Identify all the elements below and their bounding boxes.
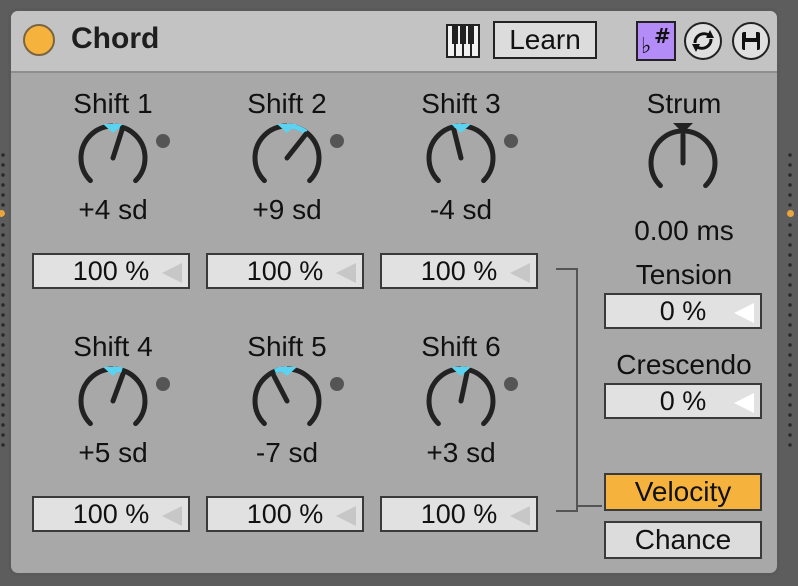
shift-3-knob-block: Shift 3 -4 sd — [396, 88, 526, 225]
shift-5-label: Shift 5 — [247, 331, 327, 362]
shift-1-amount-value: 100 % — [72, 256, 150, 286]
shift-3-knob[interactable] — [423, 120, 499, 196]
shift-5-knob-block: Shift 5 -7 sd — [222, 331, 352, 468]
shift-6-label: Shift 6 — [421, 331, 501, 362]
shift-4-label: Shift 4 — [73, 331, 153, 362]
svg-text:#: # — [654, 24, 671, 48]
shift-4-knob[interactable] — [75, 363, 151, 439]
crescendo-value: 0 % — [659, 386, 707, 416]
hot-swap-button[interactable] — [684, 22, 722, 60]
shift-2-label: Shift 2 — [247, 88, 327, 119]
shift-5-modulation-dot — [330, 377, 344, 391]
shift-5-amount-value: 100 % — [246, 499, 324, 529]
tension-field[interactable]: 0 % — [604, 293, 762, 329]
strum-label: Strum — [646, 88, 722, 119]
save-preset-button[interactable] — [732, 22, 770, 60]
sharp-flat-toggle[interactable]: ♭ # — [636, 21, 676, 61]
device-titlebar: Chord Learn ♭ # — [11, 11, 777, 73]
piano-keyboard-icon[interactable] — [446, 24, 480, 58]
shift-6-knob[interactable] — [423, 363, 499, 439]
strum-knob[interactable] — [641, 121, 725, 205]
shift-4-value: +5 sd — [78, 437, 148, 468]
left-triangle-icon — [510, 263, 530, 283]
shift-2-amount-field[interactable]: 100 % — [206, 253, 364, 289]
shift-5-knob[interactable] — [249, 363, 325, 439]
learn-button[interactable]: Learn — [493, 21, 597, 59]
shift-6-amount-field[interactable]: 100 % — [380, 496, 538, 532]
shift-4-modulation-dot — [156, 377, 170, 391]
left-triangle-icon — [510, 506, 530, 526]
amount-mode-bracket-stub — [578, 505, 602, 507]
shift-1-knob-block: Shift 1 +4 sd — [48, 88, 178, 225]
device-title: Chord — [71, 22, 160, 55]
crescendo-field[interactable]: 0 % — [604, 383, 762, 419]
velocity-mode-button[interactable]: Velocity — [604, 473, 762, 511]
shift-5-amount-field[interactable]: 100 % — [206, 496, 364, 532]
shift-1-modulation-dot — [156, 134, 170, 148]
shift-3-amount-value: 100 % — [420, 256, 498, 286]
shift-6-value: +3 sd — [426, 437, 496, 468]
shift-2-knob[interactable] — [249, 120, 325, 196]
tension-value: 0 % — [659, 296, 707, 326]
shift-6-modulation-dot — [504, 377, 518, 391]
shift-1-label: Shift 1 — [73, 88, 153, 119]
shift-2-modulation-dot — [330, 134, 344, 148]
shift-6-amount-value: 100 % — [420, 499, 498, 529]
svg-text:♭: ♭ — [641, 34, 651, 59]
flat-sharp-icon: ♭ # — [641, 24, 671, 59]
shift-6-knob-block: Shift 6 +3 sd — [396, 331, 526, 468]
swap-arrows-icon — [692, 30, 714, 52]
left-triangle-icon — [162, 263, 182, 283]
left-triangle-icon — [734, 303, 754, 323]
shift-3-modulation-dot — [504, 134, 518, 148]
shift-2-knob-block: Shift 2 +9 sd — [222, 88, 352, 225]
shift-5-value: -7 sd — [255, 437, 319, 468]
chord-device: Chord Learn ♭ # Shift 1 +4 sd Shift 2 +9… — [8, 8, 780, 576]
shift-1-value: +4 sd — [78, 194, 148, 225]
right-edge-marker — [787, 210, 794, 217]
crescendo-label: Crescendo — [616, 349, 752, 380]
shift-3-label: Shift 3 — [421, 88, 501, 119]
shift-1-knob[interactable] — [75, 120, 151, 196]
left-triangle-icon — [734, 393, 754, 413]
amount-mode-bracket — [556, 268, 578, 512]
shift-4-amount-value: 100 % — [72, 499, 150, 529]
device-power-button[interactable] — [23, 24, 55, 56]
chance-mode-button[interactable]: Chance — [604, 521, 762, 559]
shift-2-value: +9 sd — [252, 194, 322, 225]
shift-4-amount-field[interactable]: 100 % — [32, 496, 190, 532]
left-edge-dots — [0, 150, 6, 450]
save-disk-icon — [742, 32, 760, 50]
shift-3-value: -4 sd — [429, 194, 493, 225]
shift-3-amount-field[interactable]: 100 % — [380, 253, 538, 289]
shift-1-amount-field[interactable]: 100 % — [32, 253, 190, 289]
shift-4-knob-block: Shift 4 +5 sd — [48, 331, 178, 468]
tension-label: Tension — [635, 259, 733, 290]
shift-2-amount-value: 100 % — [246, 256, 324, 286]
strum-value: 0.00 ms — [634, 215, 734, 246]
left-triangle-icon — [162, 506, 182, 526]
right-edge-dots — [787, 150, 793, 450]
left-triangle-icon — [336, 506, 356, 526]
left-triangle-icon — [336, 263, 356, 283]
